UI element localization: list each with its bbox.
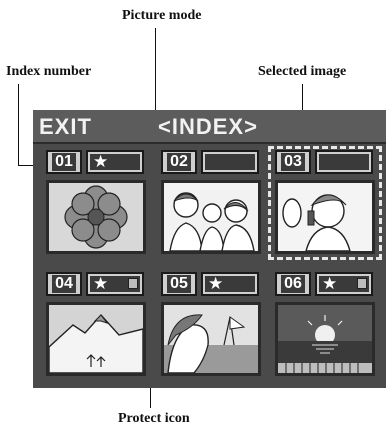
star-icon: ★ [90,153,140,170]
index-number: 06 [275,272,311,296]
lock-icon [128,278,138,289]
thumbnail-image-sunset-over-water [275,302,375,376]
thumbnail-image-mountain [46,302,146,376]
thumbnail-image-group-of-people [161,180,261,254]
thumbnail-image-woman-at-beach [161,302,261,376]
picture-mode-indicator: ★ [86,272,144,296]
thumbnail-01[interactable]: 01 ★ [46,150,154,258]
thumbnail-06[interactable]: 06 ★ [275,272,383,380]
picture-mode-callout: Picture mode [122,8,202,23]
exit-button[interactable]: EXIT [39,114,92,140]
picture-mode-indicator: ★ [201,272,259,296]
selected-image-callout: Selected image [258,64,347,79]
screen-title: <INDEX> [158,114,258,139]
index-number: 01 [46,150,82,174]
index-number: 04 [46,272,82,296]
index-number-callout: Index number [6,64,92,79]
picture-mode-indicator [201,150,259,174]
index-number: 05 [161,272,197,296]
top-bar: EXIT <INDEX> [33,110,386,144]
picture-mode-indicator: ★ [86,150,144,174]
index-number-line-v [18,84,19,165]
thumbnail-image-flower [46,180,146,254]
lock-icon [357,278,367,289]
picture-mode-indicator: ★ [315,272,373,296]
protect-icon-callout: Protect icon [118,411,190,426]
index-number: 02 [161,150,197,174]
thumbnail-05[interactable]: 05 ★ [161,272,269,380]
selected-image-frame [268,146,382,260]
thumbnail-02[interactable]: 02 [161,150,269,258]
thumbnail-04[interactable]: 04 ★ [46,272,154,380]
star-icon: ★ [205,275,255,292]
index-screen: EXIT <INDEX> 01 ★ 02 03 04 ★ 05 ★ 06 ★ [33,110,386,388]
